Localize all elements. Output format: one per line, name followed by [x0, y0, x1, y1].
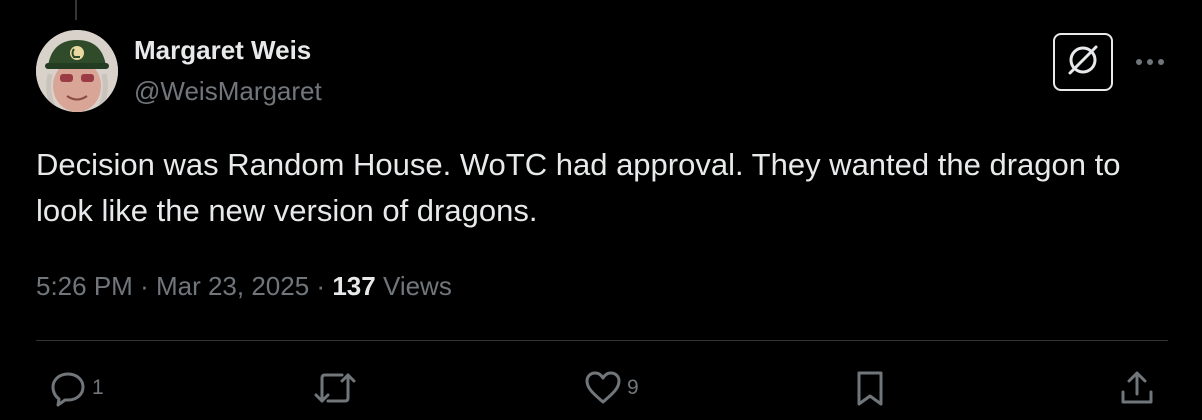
reply-count: 1	[92, 376, 104, 399]
grok-button[interactable]	[1053, 33, 1113, 91]
author-handle[interactable]: @WeisMargaret	[134, 76, 322, 107]
more-button[interactable]	[1132, 48, 1168, 76]
thread-connector-line	[75, 0, 77, 20]
post-time[interactable]: 5:26 PM	[36, 271, 133, 301]
author-name[interactable]: Margaret Weis	[134, 35, 311, 66]
post-text: Decision was Random House. WoTC had appr…	[36, 147, 1121, 228]
share-button[interactable]	[1117, 368, 1157, 408]
repost-button[interactable]	[312, 368, 358, 408]
like-count: 9	[627, 376, 639, 399]
meta-separator: ·	[316, 271, 326, 301]
like-button[interactable]: 9	[583, 368, 639, 408]
avatar[interactable]	[36, 30, 118, 112]
grok-icon	[1066, 43, 1100, 82]
bookmark-icon	[850, 368, 890, 408]
meta-separator: ·	[140, 271, 149, 301]
views-label: Views	[382, 271, 452, 301]
views-count: 137	[332, 271, 376, 301]
repost-icon	[312, 368, 358, 408]
reply-button[interactable]: 1	[48, 368, 104, 408]
actions-divider	[36, 340, 1168, 341]
share-icon	[1117, 368, 1157, 408]
post-meta: 5:26 PM · Mar 23, 2025 · 137 Views	[36, 271, 452, 302]
more-icon	[1135, 53, 1165, 71]
bookmark-button[interactable]	[850, 368, 890, 408]
reply-icon	[48, 368, 88, 408]
post-date[interactable]: Mar 23, 2025	[156, 271, 309, 301]
like-icon	[583, 368, 623, 408]
